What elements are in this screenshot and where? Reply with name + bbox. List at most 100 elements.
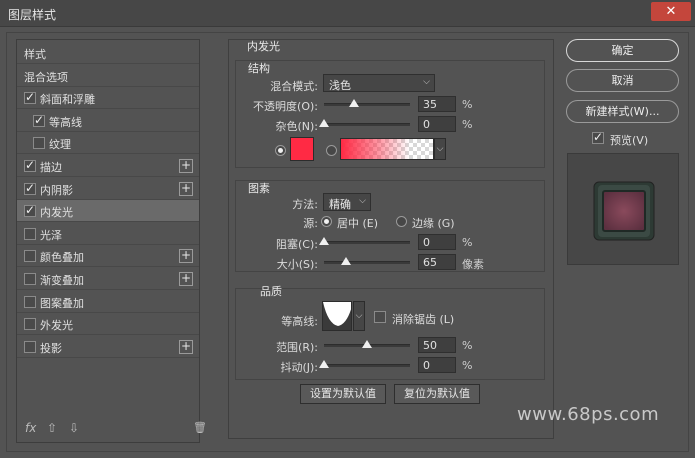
cancel-button[interactable]: 取消 bbox=[566, 69, 679, 92]
style-item-checkbox[interactable] bbox=[24, 227, 36, 240]
move-up-icon[interactable]: ⇧ bbox=[47, 421, 57, 435]
method-select[interactable]: 精确 ⌵ bbox=[323, 193, 371, 211]
range-slider[interactable] bbox=[324, 340, 410, 348]
style-item-checkbox[interactable] bbox=[33, 137, 45, 150]
add-effect-icon[interactable]: + bbox=[179, 272, 193, 286]
glow-color-swatch[interactable] bbox=[290, 137, 314, 161]
style-list-item[interactable]: 纹理 bbox=[17, 132, 199, 155]
choke-slider-thumb[interactable] bbox=[319, 237, 329, 245]
style-list-item[interactable]: 外发光 bbox=[17, 313, 199, 336]
style-item-checkbox[interactable] bbox=[24, 158, 36, 172]
style-item-label: 内阴影 bbox=[40, 183, 73, 197]
noise-slider[interactable] bbox=[319, 119, 410, 127]
opacity-slider[interactable] bbox=[324, 99, 410, 107]
style-item-checkbox[interactable] bbox=[24, 340, 36, 353]
style-item-label: 投影 bbox=[40, 341, 62, 355]
style-list-item[interactable]: 描边 + bbox=[17, 155, 199, 177]
range-slider-thumb[interactable] bbox=[362, 340, 372, 348]
style-list-item[interactable]: 图案叠加 bbox=[17, 291, 199, 313]
style-list-item[interactable]: 颜色叠加 + bbox=[17, 245, 199, 268]
style-list-item[interactable]: 光泽 bbox=[17, 223, 199, 245]
style-item-checkbox[interactable] bbox=[24, 295, 36, 308]
preview-checkbox[interactable] bbox=[592, 130, 604, 144]
trash-icon[interactable]: 🗑 bbox=[193, 421, 207, 434]
range-label: 范围(R): bbox=[276, 341, 318, 354]
move-down-icon[interactable]: ⇩ bbox=[69, 421, 79, 435]
choke-slider[interactable] bbox=[319, 237, 410, 245]
style-item-checkbox[interactable] bbox=[24, 250, 36, 263]
size-slider-thumb[interactable] bbox=[341, 257, 352, 265]
style-item-label: 光泽 bbox=[40, 228, 62, 242]
ok-button[interactable]: 确定 bbox=[566, 39, 679, 62]
opacity-slider-thumb[interactable] bbox=[349, 99, 360, 107]
jitter-unit: % bbox=[462, 359, 473, 372]
structure-group: 结构 混合模式: 浅色 ⌵ 不透明度(O): 35 % 杂色(N): 0 % ⌵ bbox=[235, 60, 545, 168]
blend-mode-label: 混合模式: bbox=[270, 80, 318, 93]
close-button[interactable]: ✕ bbox=[651, 2, 691, 21]
style-item-checkbox[interactable] bbox=[24, 273, 36, 285]
jitter-slider[interactable] bbox=[319, 360, 410, 368]
style-list-item[interactable]: 等高线 bbox=[17, 110, 199, 132]
style-list-item[interactable]: 渐变叠加 + bbox=[17, 268, 199, 290]
reset-default-button[interactable]: 复位为默认值 bbox=[394, 384, 480, 404]
style-item-label: 图案叠加 bbox=[40, 296, 84, 310]
add-effect-icon[interactable]: + bbox=[179, 181, 193, 196]
opacity-label: 不透明度(O): bbox=[253, 100, 318, 113]
style-item-checkbox[interactable] bbox=[24, 318, 36, 331]
panel-title: 内发光 bbox=[247, 40, 280, 53]
noise-unit: % bbox=[462, 118, 473, 131]
contour-label: 等高线: bbox=[281, 315, 318, 328]
style-item-label: 描边 bbox=[40, 161, 62, 174]
range-input[interactable]: 50 bbox=[418, 337, 456, 353]
contour-dropdown-arrow[interactable]: ⌵ bbox=[353, 301, 365, 331]
style-item-label: 等高线 bbox=[49, 115, 82, 129]
contour-preview[interactable] bbox=[322, 301, 352, 331]
style-list-item[interactable]: 内阴影 + bbox=[17, 178, 199, 200]
gradient-radio[interactable] bbox=[326, 145, 337, 156]
size-input[interactable]: 65 bbox=[418, 254, 456, 270]
gradient-picker[interactable] bbox=[340, 138, 434, 160]
noise-slider-thumb[interactable] bbox=[319, 119, 329, 127]
add-effect-icon[interactable]: + bbox=[179, 249, 193, 264]
style-item-label: 内发光 bbox=[40, 206, 73, 220]
source-edge-radio[interactable] bbox=[396, 216, 407, 227]
source-label: 源: bbox=[303, 217, 318, 230]
style-item-label: 样式 bbox=[24, 48, 46, 61]
noise-label: 杂色(N): bbox=[275, 120, 318, 133]
contour-curve-icon bbox=[323, 302, 351, 330]
style-item-checkbox[interactable] bbox=[24, 203, 36, 218]
style-list-item[interactable]: 样式 bbox=[17, 42, 199, 64]
opacity-input[interactable]: 35 bbox=[418, 96, 456, 112]
blend-mode-select[interactable]: 浅色 ⌵ bbox=[323, 74, 435, 92]
add-effect-icon[interactable]: + bbox=[179, 339, 193, 354]
method-label: 方法: bbox=[292, 198, 318, 211]
set-default-button[interactable]: 设置为默认值 bbox=[300, 384, 386, 404]
style-list-item[interactable]: 内发光 bbox=[17, 200, 199, 223]
source-center-radio[interactable] bbox=[321, 216, 332, 227]
style-item-label: 渐变叠加 bbox=[40, 274, 84, 287]
new-style-button[interactable]: 新建样式(W)... bbox=[566, 100, 679, 123]
gradient-dropdown-arrow[interactable]: ⌵ bbox=[434, 138, 446, 160]
style-list-item[interactable]: 投影 + bbox=[17, 336, 199, 358]
preview-label: 预览(V) bbox=[610, 134, 649, 147]
style-item-checkbox[interactable] bbox=[24, 181, 36, 195]
style-list-item[interactable]: 混合选项 bbox=[17, 65, 199, 87]
chevron-down-icon: ⌵ bbox=[423, 77, 430, 87]
style-item-checkbox[interactable] bbox=[24, 90, 36, 105]
fx-icon[interactable]: fx bbox=[25, 421, 36, 435]
jitter-input[interactable]: 0 bbox=[418, 357, 456, 373]
add-effect-icon[interactable]: + bbox=[179, 159, 193, 173]
solid-color-radio[interactable] bbox=[275, 145, 286, 156]
jitter-label: 抖动(J): bbox=[280, 361, 318, 374]
size-slider[interactable] bbox=[324, 257, 410, 265]
style-list-item[interactable]: 斜面和浮雕 bbox=[17, 87, 199, 110]
style-item-label: 颜色叠加 bbox=[40, 251, 84, 265]
choke-input[interactable]: 0 bbox=[418, 234, 456, 250]
style-item-checkbox[interactable] bbox=[33, 113, 45, 127]
antialias-checkbox[interactable] bbox=[374, 311, 386, 323]
quality-group: 品质 等高线: ⌵ 消除锯齿 (L) 范围(R): 50 % 抖动(J): 0 … bbox=[235, 285, 545, 380]
blend-mode-value: 浅色 bbox=[329, 79, 351, 92]
jitter-slider-thumb[interactable] bbox=[319, 360, 329, 368]
noise-input[interactable]: 0 bbox=[418, 116, 456, 132]
choke-label: 阻塞(C): bbox=[276, 238, 318, 251]
